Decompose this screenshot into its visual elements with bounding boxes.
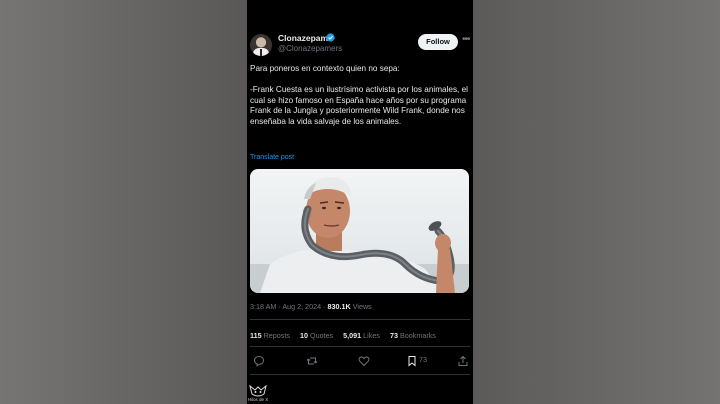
quotes-stat[interactable]: 10 Quotes (300, 331, 333, 340)
reposts-stat[interactable]: 115 Reposts (250, 331, 290, 340)
reply-button[interactable] (253, 354, 265, 368)
verified-badge-icon (326, 33, 335, 42)
post-stats: 115 Reposts 10 Quotes 5,091 Likes 73 Boo… (250, 331, 444, 340)
post-date[interactable]: Aug 2, 2024 (282, 302, 321, 311)
reply-icon (253, 355, 265, 367)
views-count: 830.1K (327, 302, 351, 311)
watermark-label: Hilos de X (247, 397, 269, 402)
channel-watermark: Hilos de X (247, 384, 269, 404)
man-with-snake-image (250, 177, 469, 293)
divider (250, 319, 470, 320)
bookmark-icon (408, 356, 416, 367)
translate-post-link[interactable]: Translate post (250, 154, 294, 161)
share-button[interactable] (457, 354, 469, 368)
post-view: Clonazepam @Clonazepamers Follow ••• Par… (247, 0, 473, 404)
likes-stat[interactable]: 5,091 Likes (343, 331, 380, 340)
like-button[interactable] (358, 354, 370, 368)
repost-button[interactable] (306, 354, 318, 368)
divider (250, 346, 470, 347)
bookmarks-stat[interactable]: 73 Bookmarks (390, 331, 436, 340)
repost-icon (306, 357, 318, 365)
post-image[interactable] (250, 169, 469, 293)
heart-icon (358, 356, 370, 367)
follow-button[interactable]: Follow (418, 34, 458, 50)
bookmark-button[interactable]: 73 (406, 354, 427, 368)
author-name[interactable]: Clonazepam (278, 33, 328, 43)
post-text-intro: Para poneros en contexto quien no sepa: (250, 64, 400, 73)
post-text: Para poneros en contexto quien no sepa: … (250, 64, 472, 128)
left-blurred-background (0, 0, 247, 404)
post-time[interactable]: 3:18 AM (250, 302, 276, 311)
views-label: Views (352, 302, 372, 311)
author-handle[interactable]: @Clonazepamers (278, 44, 342, 53)
post-actions: 73 (250, 354, 470, 368)
post-text-body: -Frank Cuesta es un ilustrísimo activist… (250, 85, 468, 126)
avatar[interactable] (250, 34, 272, 56)
more-options-icon[interactable]: ••• (462, 34, 470, 45)
divider (250, 374, 470, 375)
bookmark-count: 73 (419, 355, 427, 364)
share-icon (458, 355, 468, 366)
watermark-logo-icon (249, 384, 267, 397)
post-header: Clonazepam @Clonazepamers Follow ••• (250, 32, 470, 58)
post-meta: 3:18 AM · Aug 2, 2024 · 830.1K Views (250, 302, 372, 311)
right-blurred-background (473, 0, 720, 404)
